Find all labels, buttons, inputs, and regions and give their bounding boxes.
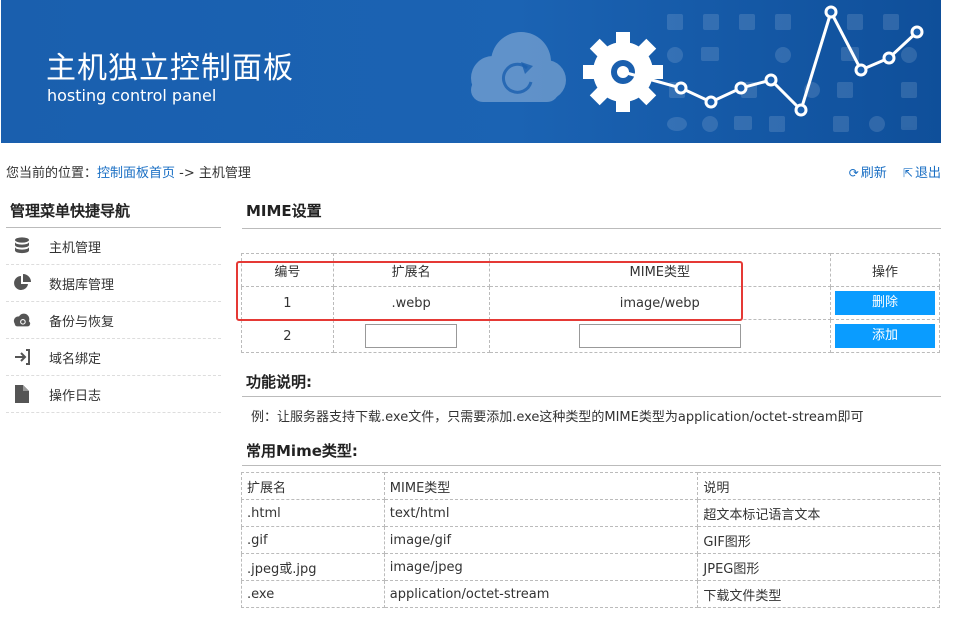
sign-in-icon bbox=[12, 347, 32, 367]
sidebar-item-label: 主机管理 bbox=[49, 240, 102, 256]
cell-description: 超文本标记语言文本 bbox=[697, 499, 940, 527]
cell-mime-type: text/html bbox=[383, 499, 699, 527]
sidebar-item-label: 数据库管理 bbox=[49, 277, 115, 293]
sidebar-item-backup[interactable]: 备份与恢复 bbox=[6, 302, 221, 339]
breadcrumb-current: 主机管理 bbox=[198, 166, 251, 181]
database-icon bbox=[12, 236, 32, 256]
extension-input[interactable] bbox=[365, 324, 458, 348]
breadcrumb-separator: -> bbox=[175, 166, 199, 181]
header-extension: 扩展名 bbox=[241, 472, 385, 500]
refresh-icon: ⟳ bbox=[848, 166, 859, 180]
sidebar-item-database[interactable]: 数据库管理 bbox=[6, 265, 221, 302]
mime-type-input[interactable] bbox=[578, 324, 741, 348]
banner-title: 主机独立控制面板 bbox=[46, 51, 294, 86]
header-action: 操作 bbox=[830, 253, 940, 287]
new-extension-cell bbox=[332, 319, 490, 353]
sidebar-title: 管理菜单快捷导航 bbox=[6, 196, 221, 228]
header-banner: 主机独立控制面板 hosting control panel bbox=[1, 0, 941, 143]
sidebar-item-host[interactable]: 主机管理 bbox=[6, 228, 221, 265]
logout-button[interactable]: ⇱ 退出 bbox=[903, 166, 941, 181]
common-mime-title: 常用Mime类型: bbox=[246, 442, 358, 460]
file-icon bbox=[12, 384, 32, 404]
breadcrumb-home-link[interactable]: 控制面板首页 bbox=[97, 166, 175, 181]
mime-section-title: MIME设置 bbox=[242, 196, 941, 229]
highlight-box bbox=[236, 261, 743, 321]
sidebar-item-label: 备份与恢复 bbox=[49, 314, 115, 330]
cell-extension: .exe bbox=[241, 580, 385, 608]
refresh-button[interactable]: ⟳ 刷新 bbox=[849, 166, 887, 181]
function-divider bbox=[242, 396, 941, 397]
external-link-icon: ⇱ bbox=[902, 166, 913, 180]
pie-chart-icon bbox=[12, 273, 32, 293]
table-header-row: 扩展名 MIME类型 说明 bbox=[241, 472, 940, 500]
table-row: .html text/html 超文本标记语言文本 bbox=[241, 499, 940, 527]
cell-extension: .gif bbox=[241, 526, 385, 554]
top-actions: ⟳ 刷新 ⇱ 退出 bbox=[837, 162, 941, 181]
common-mime-divider bbox=[242, 465, 941, 466]
refresh-label: 刷新 bbox=[860, 166, 887, 181]
table-row: .gif image/gif GIF图形 bbox=[241, 526, 940, 554]
function-title: 功能说明: bbox=[246, 373, 312, 391]
banner-subtitle: hosting control panel bbox=[47, 86, 217, 105]
sidebar-item-label: 域名绑定 bbox=[49, 351, 102, 367]
delete-button[interactable]: 删除 bbox=[835, 291, 935, 315]
common-mime-table: 扩展名 MIME类型 说明 .html text/html 超文本标记语言文本 … bbox=[241, 472, 940, 608]
breadcrumb-prefix: 您当前的位置： bbox=[6, 166, 98, 181]
sidebar-item-label: 操作日志 bbox=[49, 388, 102, 404]
table-row: .exe application/octet-stream 下载文件类型 bbox=[241, 580, 940, 608]
sidebar-item-domain[interactable]: 域名绑定 bbox=[6, 339, 221, 376]
sidebar-item-logs[interactable]: 操作日志 bbox=[6, 376, 221, 413]
new-mime-type-cell bbox=[488, 319, 832, 353]
cell-extension: .html bbox=[241, 499, 385, 527]
sidebar: 管理菜单快捷导航 主机管理 数据库管理 备份与恢复 域名绑定 操作日志 bbox=[6, 196, 221, 413]
cell-mime-type: image/jpeg bbox=[383, 553, 699, 581]
cell-description: JPEG图形 bbox=[697, 553, 940, 581]
add-button[interactable]: 添加 bbox=[835, 324, 935, 348]
new-action-cell: 添加 bbox=[830, 319, 940, 353]
breadcrumb: 您当前的位置：控制面板首页 -> 主机管理 bbox=[6, 162, 251, 181]
header-description: 说明 bbox=[697, 472, 940, 500]
function-description: 例：让服务器支持下载.exe文件，只需要添加.exe这种类型的MIME类型为ap… bbox=[251, 410, 864, 425]
new-entry-row: 2 添加 bbox=[241, 319, 940, 353]
table-row: .jpeg或.jpg image/jpeg JPEG图形 bbox=[241, 553, 940, 581]
header-mime-type: MIME类型 bbox=[383, 472, 699, 500]
logout-label: 退出 bbox=[914, 166, 941, 181]
cell-mime-type: application/octet-stream bbox=[383, 580, 699, 608]
cell-description: 下载文件类型 bbox=[697, 580, 940, 608]
cloud-sync-icon bbox=[12, 310, 32, 330]
cell-extension: .jpeg或.jpg bbox=[241, 553, 385, 581]
row-action-cell: 删除 bbox=[830, 286, 940, 320]
new-row-id: 2 bbox=[241, 319, 334, 353]
cell-description: GIF图形 bbox=[697, 526, 940, 554]
main-content: MIME设置 bbox=[242, 196, 941, 229]
cell-mime-type: image/gif bbox=[383, 526, 699, 554]
